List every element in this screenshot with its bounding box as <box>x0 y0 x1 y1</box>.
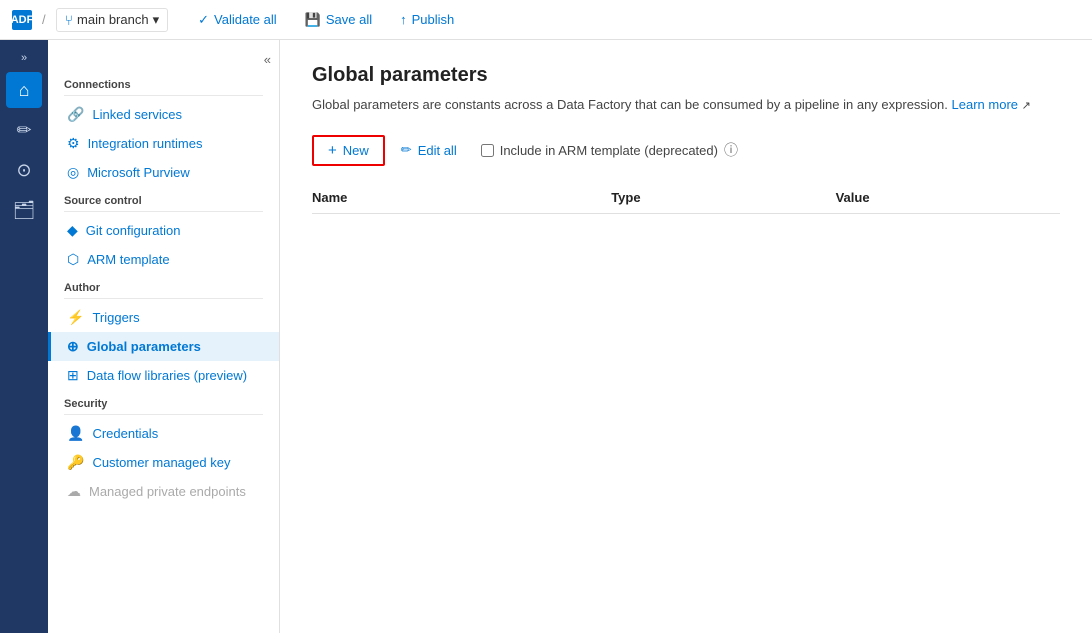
save-all-button[interactable]: 💾 Save all <box>299 8 378 32</box>
arm-template-label: ARM template <box>87 252 169 267</box>
triggers-label: Triggers <box>92 310 139 325</box>
sidebar-item-data-flow-libraries[interactable]: ⊞ Data flow libraries (preview) <box>48 361 279 390</box>
sidebar: « Connections 🔗 Linked services ⚙ Integr… <box>48 40 280 633</box>
integration-runtimes-icon: ⚙ <box>67 135 80 152</box>
sidebar-item-arm-template[interactable]: ⬡ ARM template <box>48 245 279 274</box>
integration-runtimes-label: Integration runtimes <box>88 136 203 151</box>
content-area: Global parameters Global parameters are … <box>280 40 1092 633</box>
table-header: Name Type Value <box>312 182 1060 214</box>
global-params-icon: ⊕ <box>67 338 79 355</box>
validate-icon: ✓ <box>198 12 209 28</box>
sidebar-item-customer-managed-key[interactable]: 🔑 Customer managed key <box>48 448 279 477</box>
linked-services-icon: 🔗 <box>67 106 84 123</box>
credentials-icon: 👤 <box>67 425 84 442</box>
sidebar-item-git-configuration[interactable]: ◆ Git configuration <box>48 216 279 245</box>
connections-divider <box>64 95 263 96</box>
sidebar-item-integration-runtimes[interactable]: ⚙ Integration runtimes <box>48 129 279 158</box>
author-section-label: Author <box>48 274 279 298</box>
publish-button[interactable]: ↑ Publish <box>394 8 460 31</box>
validate-all-label: Validate all <box>214 12 277 27</box>
rail-home-icon[interactable]: ⌂ <box>6 72 42 108</box>
column-type: Type <box>611 182 835 214</box>
sidebar-item-credentials[interactable]: 👤 Credentials <box>48 419 279 448</box>
data-flow-icon: ⊞ <box>67 367 79 384</box>
main-layout: » ⌂ ✏ ⊙ 🗂 « Connections 🔗 Linked service… <box>0 40 1092 633</box>
purview-icon: ◎ <box>67 164 79 181</box>
branch-icon: ⑂ <box>65 12 73 28</box>
rail-edit-icon[interactable]: ✏ <box>6 112 42 148</box>
info-icon[interactable]: ⓘ <box>724 140 738 160</box>
branch-chevron: ▾ <box>153 12 160 28</box>
git-configuration-label: Git configuration <box>86 223 181 238</box>
rail-manage-icon[interactable]: 🗂 <box>6 192 42 228</box>
external-link-icon: ↗ <box>1022 100 1031 112</box>
author-divider <box>64 298 263 299</box>
params-table: Name Type Value <box>312 182 1060 214</box>
sidebar-item-managed-private-endpoints: ☁ Managed private endpoints <box>48 477 279 506</box>
branch-name: main branch <box>77 12 149 27</box>
security-divider <box>64 414 263 415</box>
source-control-divider <box>64 211 263 212</box>
include-arm-label: Include in ARM template (deprecated) <box>500 143 718 158</box>
sidebar-item-global-parameters[interactable]: ⊕ Global parameters <box>48 332 279 361</box>
managed-private-endpoints-label: Managed private endpoints <box>89 484 246 499</box>
column-name: Name <box>312 182 611 214</box>
save-all-label: Save all <box>326 12 372 27</box>
source-control-section-label: Source control <box>48 187 279 211</box>
global-parameters-label: Global parameters <box>87 339 201 354</box>
include-arm-container: Include in ARM template (deprecated) ⓘ <box>481 140 738 160</box>
content-toolbar: + New ✏ Edit all Include in ARM template… <box>312 135 1060 166</box>
breadcrumb-sep: / <box>42 12 46 27</box>
data-flow-libraries-label: Data flow libraries (preview) <box>87 368 247 383</box>
publish-icon: ↑ <box>400 12 407 27</box>
triggers-icon: ⚡ <box>67 309 84 326</box>
plus-icon: + <box>328 142 337 159</box>
edit-all-button[interactable]: ✏ Edit all <box>389 137 469 163</box>
top-bar-actions: ✓ Validate all 💾 Save all ↑ Publish <box>192 8 460 32</box>
page-title: Global parameters <box>312 64 1060 87</box>
branch-selector[interactable]: ⑂ main branch ▾ <box>56 8 168 32</box>
new-button[interactable]: + New <box>312 135 385 166</box>
top-bar: ADF / ⑂ main branch ▾ ✓ Validate all 💾 S… <box>0 0 1092 40</box>
customer-managed-key-label: Customer managed key <box>92 455 230 470</box>
rail-expand-icon[interactable]: » <box>17 48 31 68</box>
new-label: New <box>343 143 369 158</box>
publish-label: Publish <box>412 12 455 27</box>
security-section-label: Security <box>48 390 279 414</box>
sidebar-collapse-button[interactable]: « <box>48 48 279 71</box>
rail-monitor-icon[interactable]: ⊙ <box>6 152 42 188</box>
validate-all-button[interactable]: ✓ Validate all <box>192 8 283 32</box>
edit-icon: ✏ <box>401 142 412 158</box>
customer-key-icon: 🔑 <box>67 454 84 471</box>
edit-all-label: Edit all <box>418 143 457 158</box>
arm-icon: ⬡ <box>67 251 79 268</box>
learn-more-link[interactable]: Learn more <box>952 97 1018 112</box>
linked-services-label: Linked services <box>92 107 182 122</box>
app-logo: ADF <box>12 10 32 30</box>
sidebar-item-triggers[interactable]: ⚡ Triggers <box>48 303 279 332</box>
icon-rail: » ⌂ ✏ ⊙ 🗂 <box>0 40 48 633</box>
credentials-label: Credentials <box>92 426 158 441</box>
column-value: Value <box>836 182 1060 214</box>
sidebar-item-microsoft-purview[interactable]: ◎ Microsoft Purview <box>48 158 279 187</box>
private-endpoints-icon: ☁ <box>67 483 81 500</box>
connections-section-label: Connections <box>48 71 279 95</box>
page-description: Global parameters are constants across a… <box>312 95 1060 115</box>
git-icon: ◆ <box>67 222 78 239</box>
sidebar-item-linked-services[interactable]: 🔗 Linked services <box>48 100 279 129</box>
save-icon: 💾 <box>305 12 321 28</box>
include-arm-checkbox[interactable] <box>481 144 494 157</box>
purview-label: Microsoft Purview <box>87 165 190 180</box>
